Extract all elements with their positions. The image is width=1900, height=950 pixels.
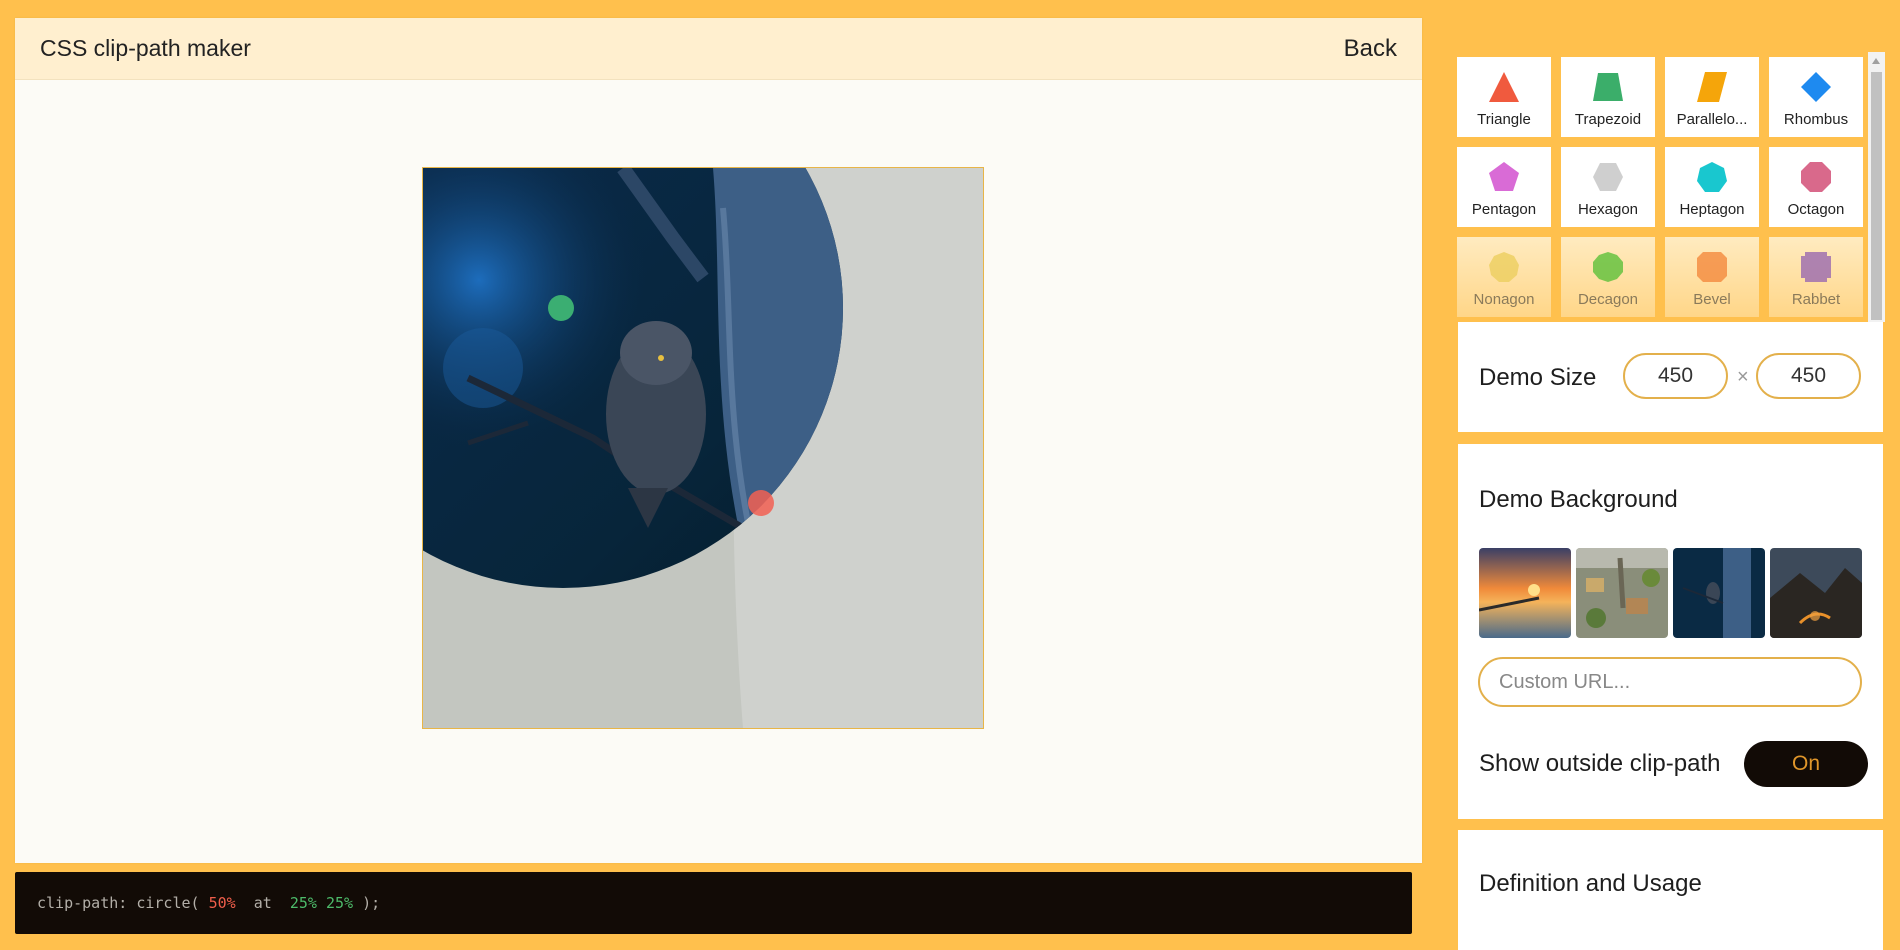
shape-label: Bevel — [1693, 291, 1731, 308]
code-at: at — [235, 894, 290, 912]
shape-label: Heptagon — [1679, 201, 1745, 218]
owl-forest-image — [1673, 548, 1765, 638]
mountain-night-image — [1770, 548, 1862, 638]
decagon-icon — [1593, 252, 1623, 282]
shape-tile-rabbet[interactable]: Rabbet — [1769, 237, 1863, 317]
owl-demo-image — [423, 168, 983, 728]
bg-thumb-aerial-town[interactable] — [1576, 548, 1668, 638]
shape-grid: Triangle Trapezoid Parallelo... Rhombus … — [1457, 57, 1867, 317]
center-handle[interactable] — [548, 295, 574, 321]
shape-label: Nonagon — [1473, 291, 1535, 308]
demo-size-card: Demo Size 450 × 450 — [1458, 322, 1883, 432]
demo-size-label: Demo Size — [1479, 364, 1597, 391]
shape-tile-triangle[interactable]: Triangle — [1457, 57, 1551, 137]
parallelogram-icon — [1697, 72, 1727, 102]
definition-card: Definition and Usage — [1458, 830, 1883, 950]
show-outside-label: Show outside clip-path — [1479, 750, 1721, 777]
rabbet-icon — [1801, 252, 1831, 282]
shape-tile-decagon[interactable]: Decagon — [1561, 237, 1655, 317]
scroll-thumb[interactable] — [1871, 72, 1882, 320]
shape-label: Rabbet — [1791, 291, 1841, 308]
code-position: 25% 25% — [289, 894, 354, 912]
shape-label: Parallelo... — [1676, 111, 1748, 128]
shape-label: Triangle — [1477, 111, 1531, 128]
shape-tile-pentagon[interactable]: Pentagon — [1457, 147, 1551, 227]
show-outside-toggle[interactable]: On — [1744, 741, 1868, 787]
back-link[interactable]: Back — [1344, 35, 1397, 63]
width-input[interactable]: 450 — [1623, 353, 1728, 399]
code-suffix: ); — [353, 894, 381, 912]
triangle-icon — [1489, 72, 1519, 102]
custom-url-input[interactable] — [1478, 657, 1862, 707]
sunset-pier-image — [1479, 548, 1571, 638]
clip-path-demo-stage[interactable] — [422, 167, 984, 729]
shape-label: Pentagon — [1471, 201, 1537, 218]
css-code-output: clip-path: circle( 50% at 25% 25% ); — [15, 872, 1412, 934]
shape-tile-heptagon[interactable]: Heptagon — [1665, 147, 1759, 227]
pentagon-icon — [1489, 162, 1519, 191]
bg-thumb-owl-forest[interactable] — [1673, 548, 1765, 638]
trapezoid-icon — [1593, 73, 1623, 101]
shape-list-scrollbar[interactable] — [1868, 52, 1885, 322]
scroll-up-arrow-icon[interactable] — [1872, 58, 1880, 64]
shape-label: Decagon — [1577, 291, 1639, 308]
octagon-icon — [1801, 162, 1831, 192]
header: CSS clip-path maker Back — [15, 18, 1422, 80]
shape-tile-nonagon[interactable]: Nonagon — [1457, 237, 1551, 317]
bg-thumb-sunset-pier[interactable] — [1479, 548, 1571, 638]
hexagon-icon — [1593, 163, 1623, 191]
rhombus-icon — [1801, 72, 1831, 102]
demo-background-label: Demo Background — [1479, 486, 1678, 513]
aerial-town-image — [1576, 548, 1668, 638]
page-title: CSS clip-path maker — [40, 35, 251, 61]
shape-tile-rhombus[interactable]: Rhombus — [1769, 57, 1863, 137]
bevel-icon — [1697, 252, 1727, 282]
shape-tile-hexagon[interactable]: Hexagon — [1561, 147, 1655, 227]
height-input[interactable]: 450 — [1756, 353, 1861, 399]
bg-thumb-mountain-night[interactable] — [1770, 548, 1862, 638]
code-radius: 50% — [208, 894, 236, 912]
shape-tile-octagon[interactable]: Octagon — [1769, 147, 1863, 227]
shape-label: Octagon — [1787, 201, 1845, 218]
shape-label: Trapezoid — [1574, 111, 1642, 128]
heptagon-icon — [1697, 162, 1727, 192]
shape-tile-trapezoid[interactable]: Trapezoid — [1561, 57, 1655, 137]
code-prefix: clip-path: circle( — [37, 894, 209, 912]
radius-handle[interactable] — [748, 490, 774, 516]
shape-label: Rhombus — [1783, 111, 1849, 128]
shape-label: Hexagon — [1577, 201, 1639, 218]
times-symbol: × — [1737, 366, 1749, 388]
shape-tile-parallelogram[interactable]: Parallelo... — [1665, 57, 1759, 137]
shape-tile-bevel[interactable]: Bevel — [1665, 237, 1759, 317]
demo-background-card: Demo Background Custom URL... Show outsi… — [1458, 444, 1883, 819]
nonagon-icon — [1489, 252, 1519, 282]
definition-label: Definition and Usage — [1479, 870, 1702, 897]
